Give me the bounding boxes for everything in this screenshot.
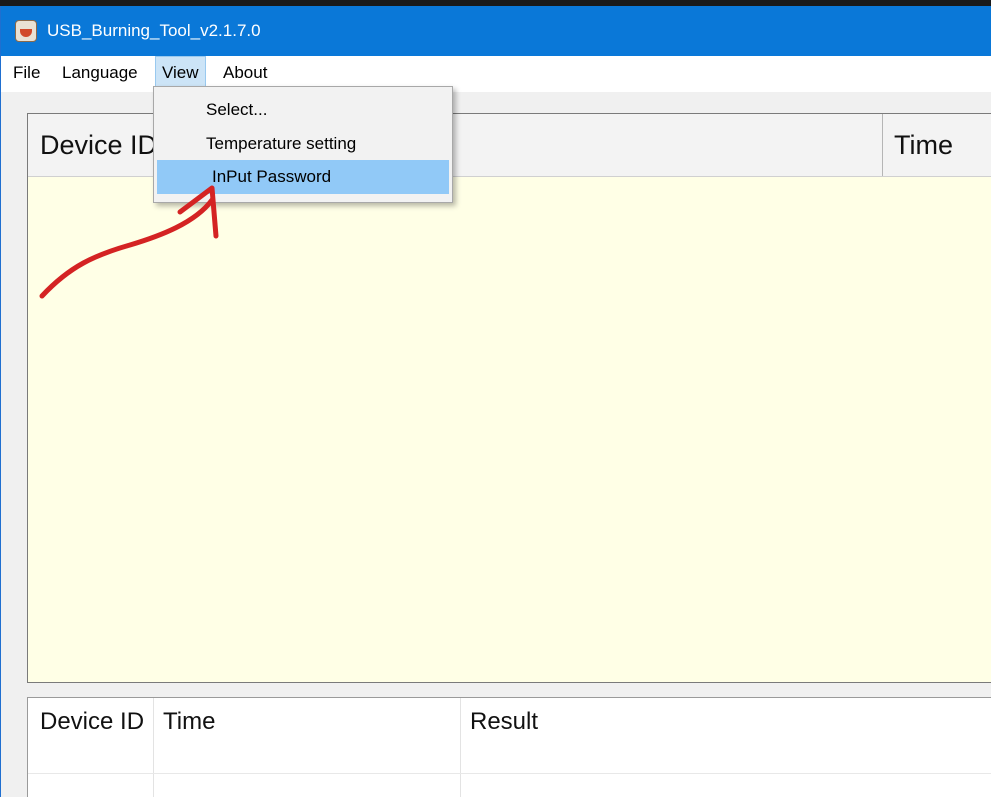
menu-item-label: Select... bbox=[206, 100, 268, 119]
menu-language[interactable]: Language bbox=[56, 56, 144, 90]
app-window: USB_Burning_Tool_v2.1.7.0 File Language … bbox=[0, 6, 991, 797]
column-time[interactable]: Time bbox=[894, 114, 953, 176]
title-bar[interactable]: USB_Burning_Tool_v2.1.7.0 bbox=[1, 6, 991, 56]
log-column-time[interactable]: Time bbox=[163, 708, 215, 736]
view-dropdown-menu: Select... Temperature setting InPut Pass… bbox=[153, 86, 453, 203]
log-column-divider bbox=[153, 698, 154, 797]
menu-about[interactable]: About bbox=[217, 56, 273, 90]
result-log-panel: Device ID Time Result bbox=[27, 697, 991, 797]
column-device-id[interactable]: Device ID bbox=[40, 114, 157, 176]
column-divider[interactable] bbox=[882, 114, 883, 176]
menu-item-label: Temperature setting bbox=[206, 134, 357, 153]
menu-file[interactable]: File bbox=[7, 56, 46, 90]
log-column-divider bbox=[460, 698, 461, 797]
menu-view[interactable]: View bbox=[155, 56, 206, 90]
app-icon bbox=[15, 20, 37, 42]
menu-item-input-password[interactable]: InPut Password bbox=[157, 160, 449, 194]
window-title: USB_Burning_Tool_v2.1.7.0 bbox=[47, 21, 261, 40]
log-column-result[interactable]: Result bbox=[470, 708, 538, 736]
menu-item-temperature-setting[interactable]: Temperature setting bbox=[154, 127, 452, 161]
log-column-device-id[interactable]: Device ID bbox=[40, 708, 144, 736]
menu-bar: File Language View About bbox=[1, 56, 991, 92]
menu-item-select[interactable]: Select... bbox=[154, 93, 452, 127]
log-row-divider bbox=[28, 773, 991, 774]
menu-item-label: InPut Password bbox=[212, 167, 332, 186]
